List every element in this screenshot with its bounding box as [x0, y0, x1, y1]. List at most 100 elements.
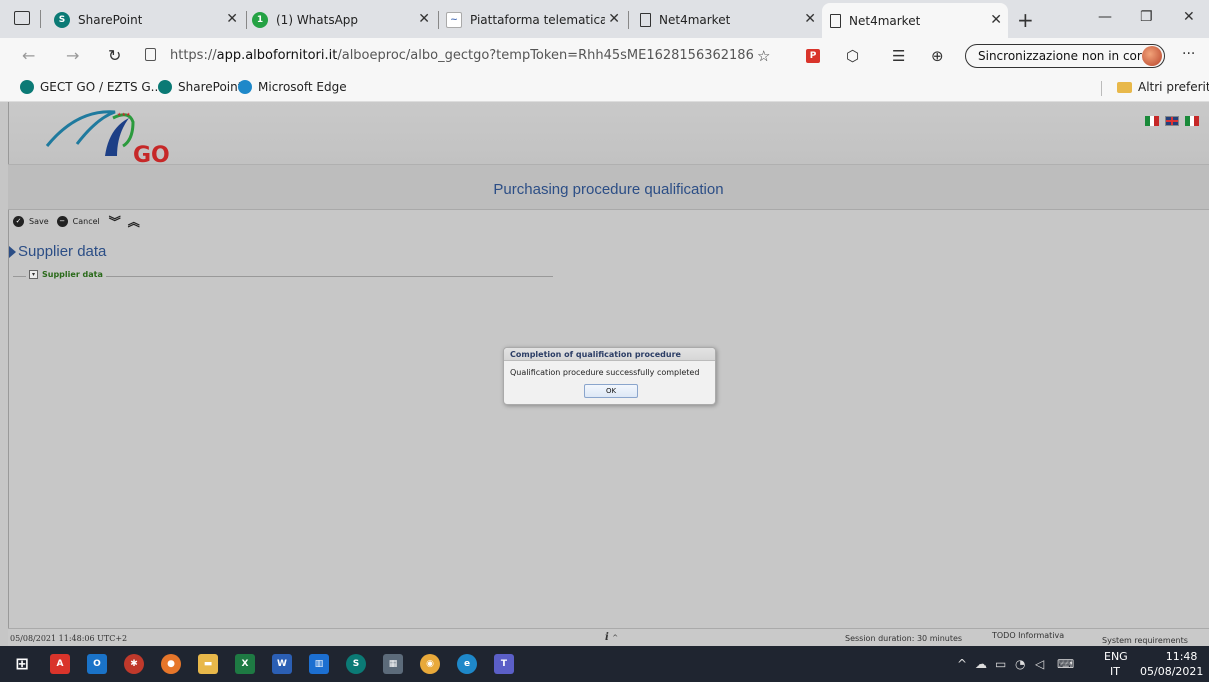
page-icon	[640, 13, 651, 27]
page-title: Purchasing procedure qualification	[493, 181, 724, 198]
url-input[interactable]: https://app.albofornitori.it/alboeproc/a…	[170, 48, 754, 63]
extensions-icon[interactable]: ⬡	[846, 47, 859, 65]
pdf-extension-icon[interactable]: P	[806, 49, 820, 63]
app-icon[interactable]: ✱	[124, 654, 144, 674]
system-clock[interactable]: 11:48 05/08/2021	[1140, 649, 1203, 679]
tab-divider	[246, 11, 247, 29]
tab-sharepoint[interactable]: S SharePoint ✕	[54, 4, 247, 36]
sharepoint-icon	[20, 80, 34, 94]
firefox-icon[interactable]: ●	[161, 654, 181, 674]
file-explorer-icon[interactable]: ▬	[198, 654, 218, 674]
logo-text: GO	[133, 143, 170, 164]
close-icon[interactable]: ✕	[418, 11, 430, 27]
favorites-divider	[1101, 81, 1102, 96]
collapse-all-icon[interactable]: ︽	[128, 216, 140, 228]
edge-icon[interactable]: e	[457, 654, 477, 674]
svg-text:★★★: ★★★	[117, 112, 131, 118]
tab-piattaforma[interactable]: ~ Piattaforma telematica di ✕	[446, 4, 629, 36]
session-duration: Session duration: 30 minutes	[845, 634, 963, 643]
browser-tab-strip: S SharePoint ✕ 1 (1) WhatsApp ✕ ~ Piatta…	[0, 0, 1209, 38]
form-toolbar: ✓ Save − Cancel ︾ ︽	[13, 216, 140, 228]
window-close-icon[interactable]: ✕	[1183, 9, 1195, 25]
sharepoint-icon[interactable]: S	[346, 654, 366, 674]
dialog-title: Completion of qualification procedure	[504, 348, 715, 361]
cancel-button[interactable]: Cancel	[73, 217, 100, 226]
word-icon[interactable]: W	[272, 654, 292, 674]
chrome-icon[interactable]: ◉	[420, 654, 440, 674]
tray-chevron-icon[interactable]: ^	[957, 657, 967, 671]
fieldset-legend[interactable]: ▾ Supplier data	[26, 270, 106, 279]
close-icon[interactable]: ✕	[804, 11, 816, 27]
keyboard-icon[interactable]: ⌨	[1057, 657, 1074, 671]
tab-divider	[40, 10, 41, 28]
forward-arrow-icon[interactable]: →	[66, 46, 79, 65]
address-bar: ← → ↻ https://app.albofornitori.it/alboe…	[0, 38, 1209, 74]
new-tab-plus-icon[interactable]: +	[1017, 8, 1034, 32]
tab-net4market-active[interactable]: Net4market ✕	[822, 3, 1008, 38]
language-indicator[interactable]: ENG IT	[1104, 649, 1128, 679]
page-title-bar: Purchasing procedure qualification	[8, 164, 1209, 210]
teams-icon[interactable]: T	[494, 654, 514, 674]
lock-icon[interactable]	[145, 48, 156, 61]
ok-button[interactable]: OK	[584, 384, 638, 398]
favorite-sharepoint[interactable]: SharePoint	[158, 80, 242, 94]
close-icon[interactable]: ✕	[990, 12, 1002, 28]
windows-taskbar: ⊞ A O ✱ ● ▬ X W ▥ S ▦ ◉ e T ^ ☁ ▭ ◔ ◁ ⌨ …	[0, 646, 1209, 682]
close-icon[interactable]: ✕	[226, 11, 238, 27]
tab-whatsapp[interactable]: 1 (1) WhatsApp ✕	[252, 4, 439, 36]
more-options-icon[interactable]: ···	[1182, 46, 1195, 62]
triangle-right-icon	[9, 245, 16, 258]
windows-start-icon[interactable]: ⊞	[12, 654, 32, 674]
italian-flag-icon[interactable]	[1145, 116, 1160, 126]
onedrive-icon[interactable]: ☁	[975, 657, 987, 671]
completion-dialog: Completion of qualification procedure Qu…	[503, 347, 716, 405]
favorites-bar: GECT GO / EZTS G... SharePoint Microsoft…	[0, 74, 1209, 102]
dialog-message: Qualification procedure successfully com…	[510, 368, 700, 377]
restore-icon[interactable]: ❐	[1140, 9, 1153, 25]
battery-icon[interactable]: ▭	[995, 657, 1006, 671]
minimize-icon[interactable]: —	[1098, 9, 1112, 25]
status-timestamp: 05/08/2021 11:48:06 UTC+2	[10, 634, 128, 643]
acrobat-icon[interactable]: A	[50, 654, 70, 674]
language-flags	[1145, 116, 1200, 126]
back-arrow-icon[interactable]: ←	[22, 46, 35, 65]
trello-icon[interactable]: ▥	[309, 654, 329, 674]
favorite-gect-go[interactable]: GECT GO / EZTS G...	[20, 80, 162, 94]
cancel-icon[interactable]: −	[56, 216, 68, 227]
tab-actions-icon[interactable]	[14, 11, 30, 25]
collapse-toggle-icon[interactable]: ▾	[29, 270, 38, 279]
profile-sync-button[interactable]: Sincronizzazione non in corso	[965, 44, 1165, 68]
sharepoint-icon	[158, 80, 172, 94]
tab-net4market-1[interactable]: Net4market ✕	[640, 4, 822, 36]
expand-all-icon[interactable]: ︾	[109, 216, 121, 228]
reload-icon[interactable]: ↻	[108, 46, 121, 65]
avatar	[1142, 46, 1162, 66]
todo-informativa-link[interactable]: TODO Informativa	[992, 631, 1064, 640]
add-favorite-star-icon[interactable]: ☆	[757, 47, 770, 65]
check-icon[interactable]: ✓	[13, 216, 24, 227]
collections-icon[interactable]: ⊕	[931, 47, 944, 65]
system-requirements-link[interactable]: System requirements	[1102, 636, 1188, 645]
whatsapp-icon: 1	[252, 12, 268, 28]
sharepoint-icon: S	[54, 12, 70, 28]
english-flag-icon[interactable]	[1165, 116, 1179, 126]
edge-icon	[238, 80, 252, 94]
excel-icon[interactable]: X	[235, 654, 255, 674]
italian-flag-icon[interactable]	[1185, 116, 1200, 126]
tab-divider	[438, 11, 439, 29]
close-icon[interactable]: ✕	[608, 11, 620, 27]
favorite-microsoft-edge[interactable]: Microsoft Edge	[238, 80, 347, 94]
info-icon[interactable]: i ^	[605, 632, 618, 643]
other-favorites[interactable]: Altri preferiti	[1117, 80, 1209, 94]
calculator-icon[interactable]: ▦	[383, 654, 403, 674]
outlook-icon[interactable]: O	[87, 654, 107, 674]
gect-go-logo: ★★★ GO	[45, 110, 170, 164]
favorites-list-icon[interactable]: ☰	[892, 47, 905, 65]
status-bar: 05/08/2021 11:48:06 UTC+2 i ^ Session du…	[8, 628, 1209, 646]
wifi-icon[interactable]: ◔	[1015, 657, 1025, 671]
folder-icon	[1117, 81, 1132, 93]
main-content: ✓ Save − Cancel ︾ ︽ Supplier data ▾ Supp…	[8, 210, 1209, 646]
volume-icon[interactable]: ◁	[1035, 657, 1044, 671]
save-button[interactable]: Save	[29, 217, 49, 226]
section-header[interactable]: Supplier data	[9, 243, 106, 260]
